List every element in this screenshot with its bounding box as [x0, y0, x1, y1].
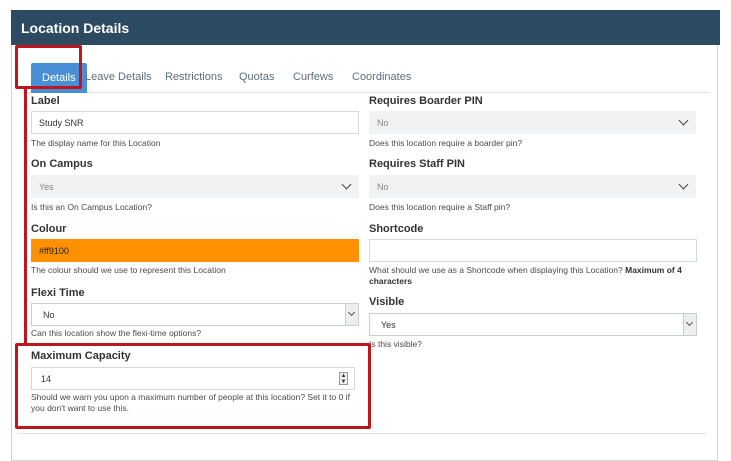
on-campus-value: Yes — [39, 182, 54, 192]
highlight-connector-line — [24, 88, 27, 346]
label-input[interactable]: Study SNR — [31, 111, 359, 134]
tab-curfews[interactable]: Curfews — [293, 63, 333, 93]
on-campus-select[interactable]: Yes — [31, 175, 359, 198]
highlight-max-capacity — [15, 343, 371, 429]
flexi-time-value: No — [43, 310, 55, 320]
colour-input[interactable]: #ff9100 — [31, 239, 359, 262]
staff-pin-help: Does this location require a Staff pin? — [369, 202, 511, 212]
on-campus-help: Is this an On Campus Location? — [31, 202, 152, 212]
tab-bar: Details Leave Details Restrictions Quota… — [20, 57, 710, 93]
chevron-down-icon — [678, 115, 689, 126]
panel-title: Location Details — [11, 10, 720, 45]
shortcode-title: Shortcode — [369, 223, 424, 235]
label-help: The display name for this Location — [31, 138, 161, 148]
flexi-time-select[interactable]: No — [31, 303, 359, 326]
tab-restrictions[interactable]: Restrictions — [165, 63, 222, 93]
boarder-pin-title: Requires Boarder PIN — [369, 95, 483, 107]
visible-value: Yes — [381, 320, 396, 330]
chevron-down-icon — [341, 179, 352, 190]
dropdown-arrow-icon — [345, 304, 358, 325]
colour-help: The colour should we use to represent th… — [31, 265, 226, 275]
divider — [18, 433, 706, 434]
staff-pin-title: Requires Staff PIN — [369, 158, 465, 170]
shortcode-help-text: What should we use as a Shortcode when d… — [369, 265, 623, 275]
boarder-pin-value: No — [377, 118, 389, 128]
shortcode-input[interactable] — [369, 239, 697, 262]
dropdown-arrow-icon — [683, 314, 696, 335]
flexi-time-help: Can this location show the flexi-time op… — [31, 328, 202, 338]
tab-quotas[interactable]: Quotas — [239, 63, 274, 93]
boarder-pin-help: Does this location require a boarder pin… — [369, 138, 523, 148]
colour-title: Colour — [31, 223, 67, 235]
shortcode-help: What should we use as a Shortcode when d… — [369, 265, 699, 287]
visible-select[interactable]: Yes — [369, 313, 697, 336]
label-field-title: Label — [31, 95, 60, 107]
tab-coordinates[interactable]: Coordinates — [352, 63, 411, 93]
staff-pin-select[interactable]: No — [369, 175, 696, 198]
staff-pin-value: No — [377, 182, 389, 192]
visible-help: Is this visible? — [369, 339, 422, 349]
on-campus-title: On Campus — [31, 158, 93, 170]
visible-title: Visible — [369, 296, 405, 308]
flexi-time-title: Flexi Time — [31, 287, 85, 299]
boarder-pin-select[interactable]: No — [369, 111, 696, 134]
tab-leave-details[interactable]: Leave Details — [85, 63, 152, 93]
highlight-details-tab — [15, 45, 82, 89]
chevron-down-icon — [678, 179, 689, 190]
